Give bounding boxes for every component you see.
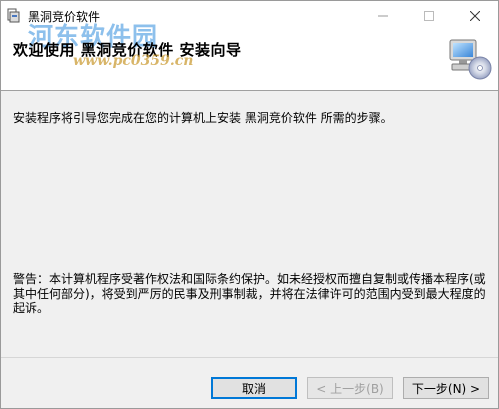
footer-separator <box>1 357 498 358</box>
intro-text: 安装程序将引导您完成在您的计算机上安装 黑洞竞价软件 所需的步骤。 <box>13 111 393 125</box>
close-icon <box>470 11 480 21</box>
minimize-button[interactable] <box>360 1 406 31</box>
next-button[interactable]: 下一步(N) > <box>403 377 489 399</box>
close-button[interactable] <box>452 1 498 31</box>
watermark-url: www.pc0359.cn <box>73 53 194 69</box>
cancel-button[interactable]: 取消 <box>211 377 297 399</box>
maximize-icon <box>424 11 434 21</box>
minimize-icon <box>378 15 388 17</box>
warning-text: 警告：本计算机程序受著作权法和国际条约保护。如未经授权而擅自复制或传播本程序(或… <box>13 272 486 315</box>
wizard-banner: 河东软件园 欢迎使用 黑洞竞价软件 安装向导 www.pc0359.cn <box>1 22 498 91</box>
installer-app-icon <box>7 8 20 23</box>
back-button[interactable]: < 上一步(B) <box>307 377 393 399</box>
computer-icon <box>449 39 492 80</box>
maximize-button[interactable] <box>406 1 452 31</box>
installer-window: 黑洞竞价软件 河东软件园 欢迎使用 黑洞竞价软件 安装向导 www.pc0359… <box>0 0 499 409</box>
